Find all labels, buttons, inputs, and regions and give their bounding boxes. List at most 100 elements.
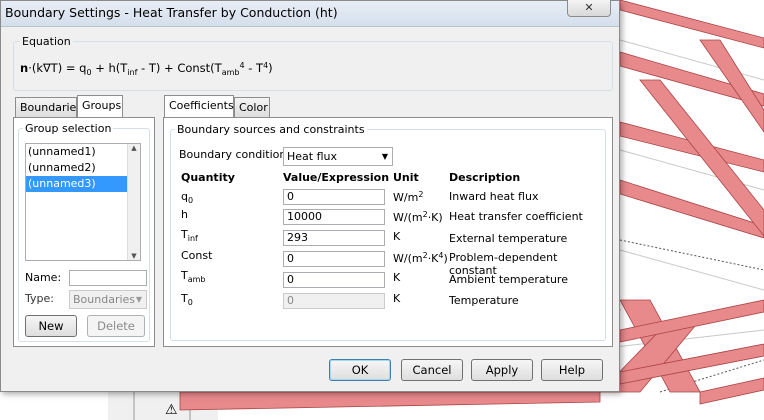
col-header-description: Description [449,171,521,184]
condition-label: Boundary condition: [179,148,291,161]
quantity-main: T [181,228,188,241]
group-selection-label: Group selection [23,122,114,135]
type-select-value: Boundaries [73,293,136,306]
eq-part: - T) + Const(T [137,61,222,75]
tab-coefficients[interactable]: Coefficients [164,95,234,118]
eq-part: - T [244,61,264,75]
chevron-down-icon: ▼ [135,295,142,304]
table-row: T0 0 K Temperature [171,290,601,310]
quantity-cell: Tinf [181,228,198,243]
unit-main: K [393,292,401,305]
col-header-quantity: Quantity [181,171,235,184]
tab-boundaries-label: Boundaries [20,101,83,114]
type-select[interactable]: Boundaries ▼ [69,290,147,309]
window-title: Boundary Settings - Heat Transfer by Con… [5,5,338,20]
tab-groups[interactable]: Groups [77,95,123,118]
eq-n: n [20,61,29,75]
apply-button[interactable]: Apply [471,359,533,381]
quantity-sub: 0 [187,298,193,307]
groups-panel: Group selection (unnamed1) (unnamed2) (u… [13,117,155,347]
new-button[interactable]: New [25,315,77,337]
quantity-main: T [181,269,188,282]
description-cell: Inward heat flux [449,190,539,203]
name-field[interactable] [69,270,147,286]
quantity-cell: h [181,208,188,223]
quantity-main: Const [181,249,213,262]
quantity-main: h [181,208,188,221]
quantity-cell: Tamb [181,269,206,284]
eq-sub: amb [221,68,240,77]
boundary-condition-select[interactable]: Heat flux ▼ [283,147,393,166]
eq-sub: inf [127,68,138,77]
description-cell: External temperature [449,232,568,245]
list-scrollbar[interactable]: ▲ ▼ [127,144,140,260]
sources-group: Boundary sources and constraints Boundar… [170,123,606,341]
value-input[interactable]: 0 [283,272,385,288]
close-icon: ✕ [584,1,594,14]
scroll-down-icon[interactable]: ▼ [128,252,140,260]
group-selection-group: Group selection (unnamed1) (unnamed2) (u… [18,122,150,342]
type-label: Type: [25,292,54,305]
value-input[interactable]: 10000 [283,209,385,225]
col-header-unit: Unit [393,171,419,184]
unit-end: ) [443,252,448,265]
tab-color[interactable]: Color [234,97,270,118]
unit-end: ·K) [427,211,443,224]
col-header-value: Value/Expression [283,171,390,184]
cancel-button[interactable]: Cancel [401,359,463,381]
unit-main: W/m [393,191,419,204]
unit-main: W/(m [393,211,423,224]
unit-cell: K [393,292,400,305]
equation-group-label: Equation [20,35,73,48]
group-listbox[interactable]: (unnamed1) (unnamed2) (unnamed3) ▲ ▼ [25,143,141,261]
eq-part: ·(k∇T) = q [28,61,87,75]
quantity-sub: amb [187,275,206,284]
table-row: h 10000 W/(m2·K) Heat transfer coefficie… [171,208,601,228]
condition-select-value: Heat flux [287,150,337,163]
list-item[interactable]: (unnamed3) [26,176,128,192]
quantity-cell: q0 [181,190,193,205]
equation-text: n·(k∇T) = q0 + h(Tinf - T) + Const(Tamb4… [20,61,273,77]
svg-text:⚠: ⚠ [165,402,178,418]
delete-button[interactable]: Delete [87,315,145,337]
close-button[interactable]: ✕ [567,0,611,17]
unit-main: W/(m [393,252,423,265]
value-input[interactable]: 293 [283,230,385,246]
equation-group: Equation n·(k∇T) = q0 + h(Tinf - T) + Co… [13,35,613,91]
value-input[interactable]: 0 [283,189,385,205]
tab-coefficients-label: Coefficients [169,99,234,112]
unit-cell: K [393,271,400,284]
name-label: Name: [25,271,62,284]
table-row: Tamb 0 K Ambient temperature [171,269,601,289]
eq-part: + h(T [91,61,128,75]
quantity-sub: inf [187,234,198,243]
table-row: Tinf 293 K External temperature [171,228,601,248]
scroll-up-icon[interactable]: ▲ [128,144,140,152]
unit-end: ·K [427,252,439,265]
unit-main: K [393,230,401,243]
unit-main: K [393,271,401,284]
eq-part: ) [268,61,273,75]
unit-cell: K [393,230,400,243]
value-input[interactable]: 0 [283,293,385,309]
table-row: Const 0 W/(m2·K4) Problem-dependent cons… [171,249,601,277]
table-row: q0 0 W/m2 Inward heat flux [171,188,601,208]
list-item[interactable]: (unnamed1) [26,144,128,160]
unit-cell: W/m2 [393,190,423,204]
coefficients-panel: Boundary sources and constraints Boundar… [163,117,613,347]
tab-boundaries[interactable]: Boundaries [15,97,82,118]
unit-cell: W/(m2·K4) [393,251,448,265]
boundary-settings-dialog: Boundary Settings - Heat Transfer by Con… [0,0,620,392]
list-item[interactable]: (unnamed2) [26,160,128,176]
description-cell: Heat transfer coefficient [449,210,583,223]
help-button[interactable]: Help [541,359,603,381]
sources-group-label: Boundary sources and constraints [175,123,367,136]
quantity-main: T [181,292,188,305]
ok-button[interactable]: OK [329,359,391,381]
unit-sup: 2 [418,190,424,199]
tab-groups-label: Groups [82,99,122,112]
quantity-cell: T0 [181,292,193,307]
quantity-main: q [181,190,188,203]
title-bar: Boundary Settings - Heat Transfer by Con… [1,1,619,27]
value-input[interactable]: 0 [283,251,385,267]
